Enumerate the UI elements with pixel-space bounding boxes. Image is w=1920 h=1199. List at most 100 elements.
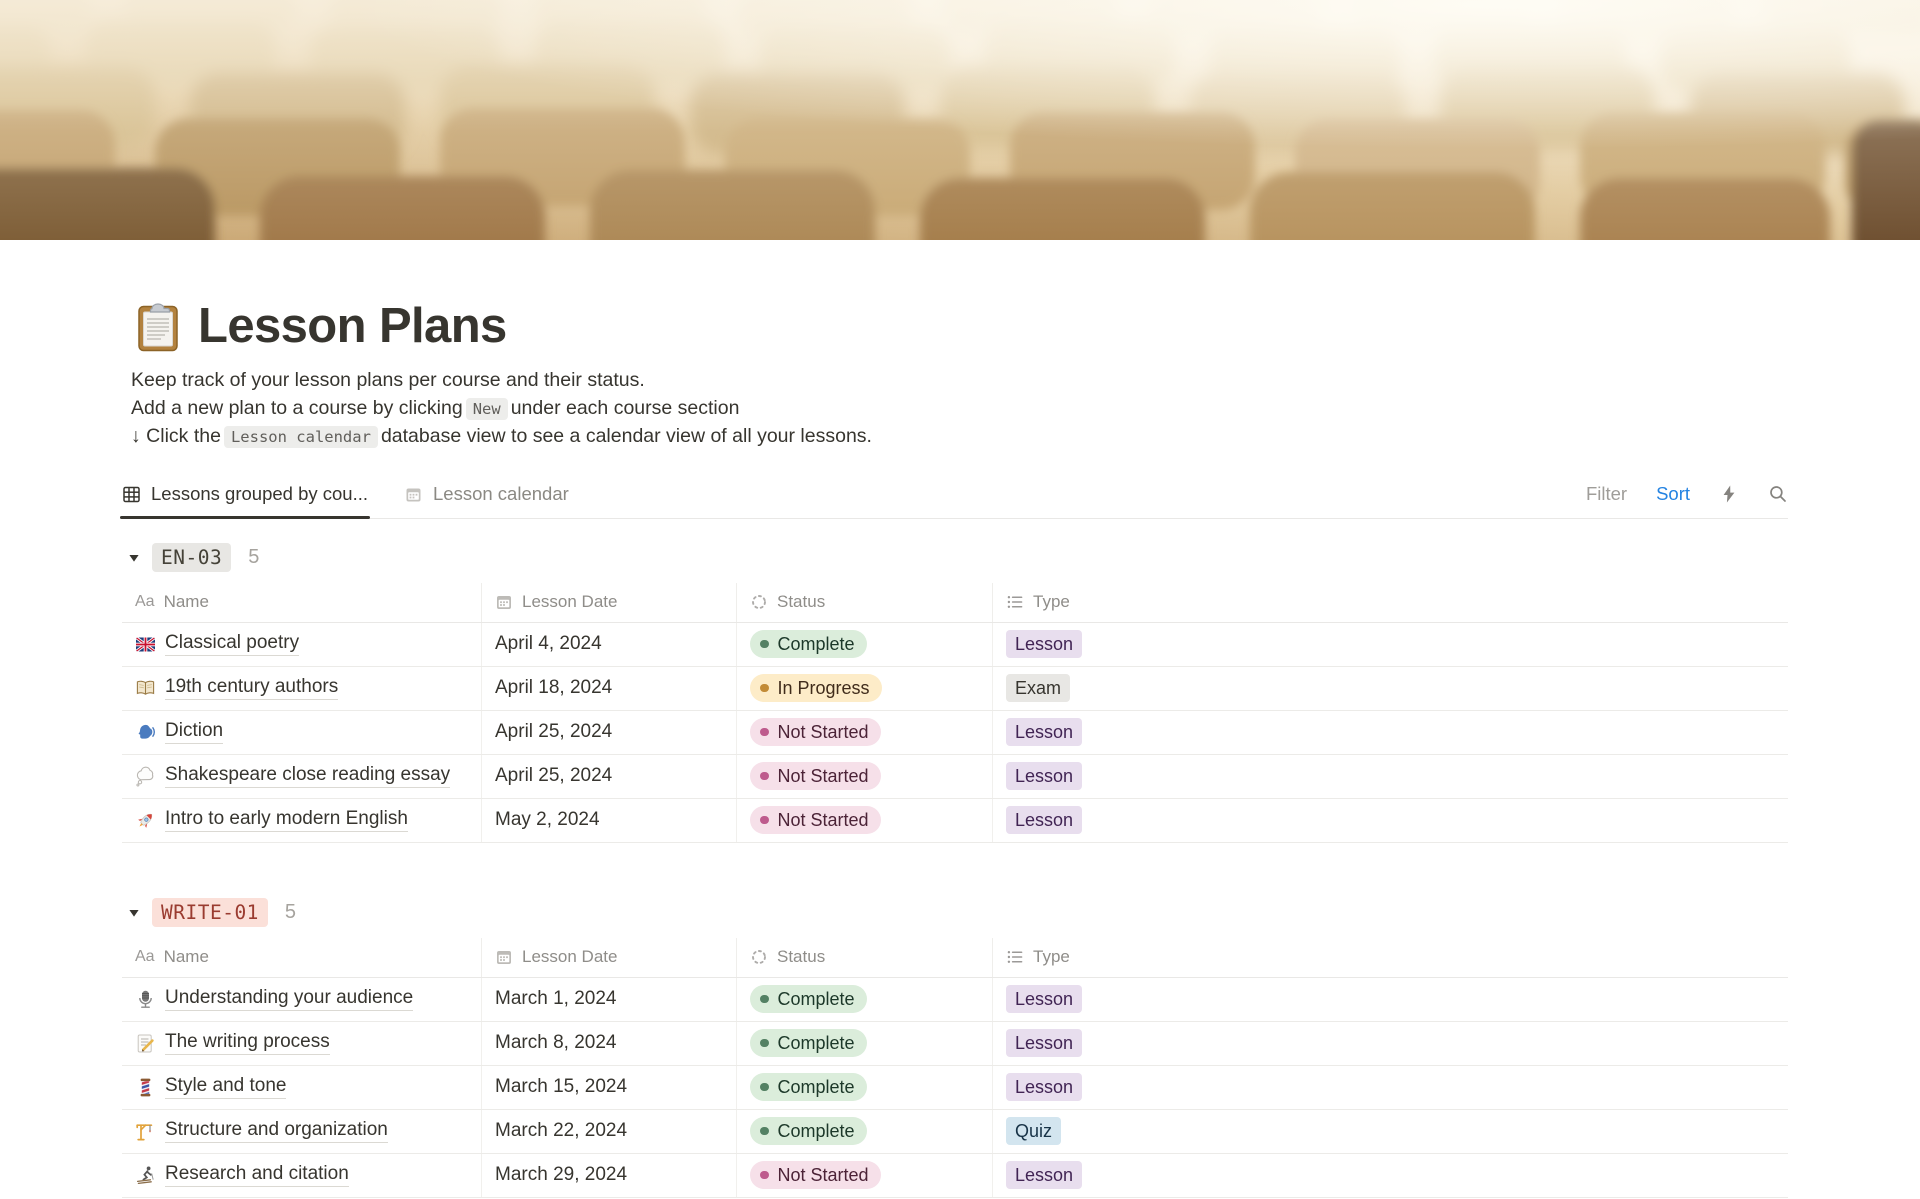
status-label: Not Started	[777, 765, 869, 786]
row-title[interactable]: Diction	[165, 720, 224, 744]
column-header-type[interactable]: Type	[992, 582, 1788, 622]
row-title[interactable]: Intro to early modern English	[165, 808, 408, 832]
type-badge: Lesson	[1006, 762, 1083, 790]
page-title: Lesson Plans	[198, 299, 507, 354]
lightning-icon[interactable]	[1719, 484, 1739, 504]
group-badge[interactable]: WRITE-01	[152, 898, 268, 927]
cell-status[interactable]: Complete	[736, 1065, 992, 1109]
grouped-tables: EN-03 5 Aa Name Lesson Date Status Type Classic…	[122, 540, 1788, 1198]
page-description: Keep track of your lesson plans per cour…	[131, 367, 1788, 452]
row-title[interactable]: Research and citation	[165, 1163, 349, 1187]
table-row[interactable]: Style and tone March 15, 2024 Complete Less…	[122, 1065, 1788, 1110]
row-title[interactable]: Understanding your audience	[165, 987, 414, 1011]
cell-status[interactable]: Not Started	[736, 1153, 992, 1197]
status-dot-icon	[760, 1082, 769, 1092]
status-dot-icon	[760, 639, 769, 649]
cell-lesson-date[interactable]: March 15, 2024	[481, 1065, 736, 1109]
column-header-status[interactable]: Status	[736, 937, 992, 977]
cell-name[interactable]: Style and tone	[122, 1066, 481, 1109]
cell-status[interactable]: Not Started	[736, 754, 992, 798]
status-badge: Not Started	[750, 1160, 881, 1190]
cell-name[interactable]: Diction	[122, 711, 481, 754]
cell-status[interactable]: Complete	[736, 977, 992, 1021]
search-icon[interactable]	[1768, 484, 1788, 504]
table-row[interactable]: Understanding your audience March 1, 2024…	[122, 977, 1788, 1022]
table-row[interactable]: The writing process March 8, 2024 Complete…	[122, 1021, 1788, 1066]
cell-type[interactable]: Lesson	[992, 798, 1788, 842]
cell-lesson-date[interactable]: April 4, 2024	[481, 622, 736, 666]
column-header-type[interactable]: Type	[992, 937, 1788, 977]
table-row[interactable]: Intro to early modern English May 2, 2024…	[122, 798, 1788, 843]
table-row[interactable]: Research and citation March 29, 2024 Not S…	[122, 1153, 1788, 1198]
tab-lesson-calendar[interactable]: Lesson calendar	[404, 471, 569, 518]
cell-type[interactable]: Lesson	[992, 710, 1788, 754]
cell-name[interactable]: Classical poetry	[122, 623, 481, 666]
column-header-label: Lesson Date	[522, 947, 618, 966]
cell-lesson-date[interactable]: April 18, 2024	[481, 666, 736, 710]
table-row[interactable]: 19th century authors April 18, 2024 In Pro…	[122, 666, 1788, 711]
column-header-lesson-date[interactable]: Lesson Date	[481, 582, 736, 622]
type-badge: Exam	[1006, 674, 1071, 702]
view-tabs: Lessons grouped by cou... Lesson calenda…	[119, 471, 569, 519]
row-title[interactable]: 19th century authors	[165, 676, 339, 700]
table-row[interactable]: Structure and organization March 22, 2024…	[122, 1109, 1788, 1154]
cell-lesson-date[interactable]: April 25, 2024	[481, 710, 736, 754]
row-title[interactable]: Style and tone	[165, 1075, 287, 1099]
cell-lesson-date[interactable]: March 8, 2024	[481, 1021, 736, 1065]
cell-type[interactable]: Lesson	[992, 1065, 1788, 1109]
cell-status[interactable]: Complete	[736, 622, 992, 666]
column-header-name[interactable]: Aa Name	[122, 938, 481, 977]
cell-name[interactable]: Understanding your audience	[122, 978, 481, 1021]
cell-status[interactable]: Complete	[736, 1109, 992, 1153]
column-header-status[interactable]: Status	[736, 582, 992, 622]
cell-lesson-date[interactable]: March 22, 2024	[481, 1109, 736, 1153]
row-title[interactable]: Classical poetry	[165, 632, 300, 656]
row-title[interactable]: The writing process	[165, 1031, 330, 1055]
cell-status[interactable]: Not Started	[736, 798, 992, 842]
cell-status[interactable]: In Progress	[736, 666, 992, 710]
column-header-lesson-date[interactable]: Lesson Date	[481, 937, 736, 977]
group-badge[interactable]: EN-03	[152, 543, 232, 572]
table-row[interactable]: Classical poetry April 4, 2024 Complete Les…	[122, 622, 1788, 667]
status-label: Not Started	[777, 809, 869, 830]
cell-status[interactable]: Not Started	[736, 710, 992, 754]
cell-name[interactable]: Structure and organization	[122, 1110, 481, 1153]
table-row[interactable]: Shakespeare close reading essay April 25,…	[122, 754, 1788, 799]
cell-type[interactable]: Lesson	[992, 754, 1788, 798]
filter-button[interactable]: Filter	[1586, 483, 1627, 505]
cell-type[interactable]: Lesson	[992, 1021, 1788, 1065]
status-label: In Progress	[777, 677, 870, 698]
cell-status[interactable]: Complete	[736, 1021, 992, 1065]
status-label: Not Started	[777, 721, 869, 742]
triangle-down-icon	[128, 907, 140, 919]
cell-name[interactable]: Research and citation	[122, 1154, 481, 1197]
cell-name[interactable]: Intro to early modern English	[122, 799, 481, 842]
collapse-group-button[interactable]	[122, 552, 152, 564]
row-title[interactable]: Shakespeare close reading essay	[165, 764, 451, 788]
status-dot-icon	[760, 994, 769, 1004]
cell-type[interactable]: Quiz	[992, 1109, 1788, 1153]
type-badge: Quiz	[1006, 1117, 1062, 1145]
collapse-group-button[interactable]	[122, 907, 152, 919]
row-title[interactable]: Structure and organization	[165, 1119, 388, 1143]
cell-type[interactable]: Exam	[992, 666, 1788, 710]
column-header-label: Status	[777, 592, 826, 611]
tab-lessons-grouped-by-course[interactable]: Lessons grouped by cou...	[119, 471, 371, 519]
cell-name[interactable]: 19th century authors	[122, 667, 481, 710]
cell-name[interactable]: Shakespeare close reading essay	[122, 755, 481, 798]
column-header-name[interactable]: Aa Name	[122, 583, 481, 622]
table-row[interactable]: Diction April 25, 2024 Not Started Lesson	[122, 710, 1788, 755]
cell-lesson-date[interactable]: May 2, 2024	[481, 798, 736, 842]
cell-lesson-date[interactable]: March 29, 2024	[481, 1153, 736, 1197]
status-label: Complete	[777, 1032, 855, 1053]
cell-type[interactable]: Lesson	[992, 1153, 1788, 1197]
page-header: Lesson Plans Keep track of your lesson p…	[131, 299, 1788, 452]
cell-type[interactable]: Lesson	[992, 622, 1788, 666]
cell-name[interactable]: The writing process	[122, 1022, 481, 1065]
status-badge: Not Started	[750, 761, 881, 791]
cell-lesson-date[interactable]: March 1, 2024	[481, 977, 736, 1021]
cell-type[interactable]: Lesson	[992, 977, 1788, 1021]
sort-button[interactable]: Sort	[1656, 483, 1690, 505]
microphone-icon	[135, 989, 156, 1010]
cell-lesson-date[interactable]: April 25, 2024	[481, 754, 736, 798]
